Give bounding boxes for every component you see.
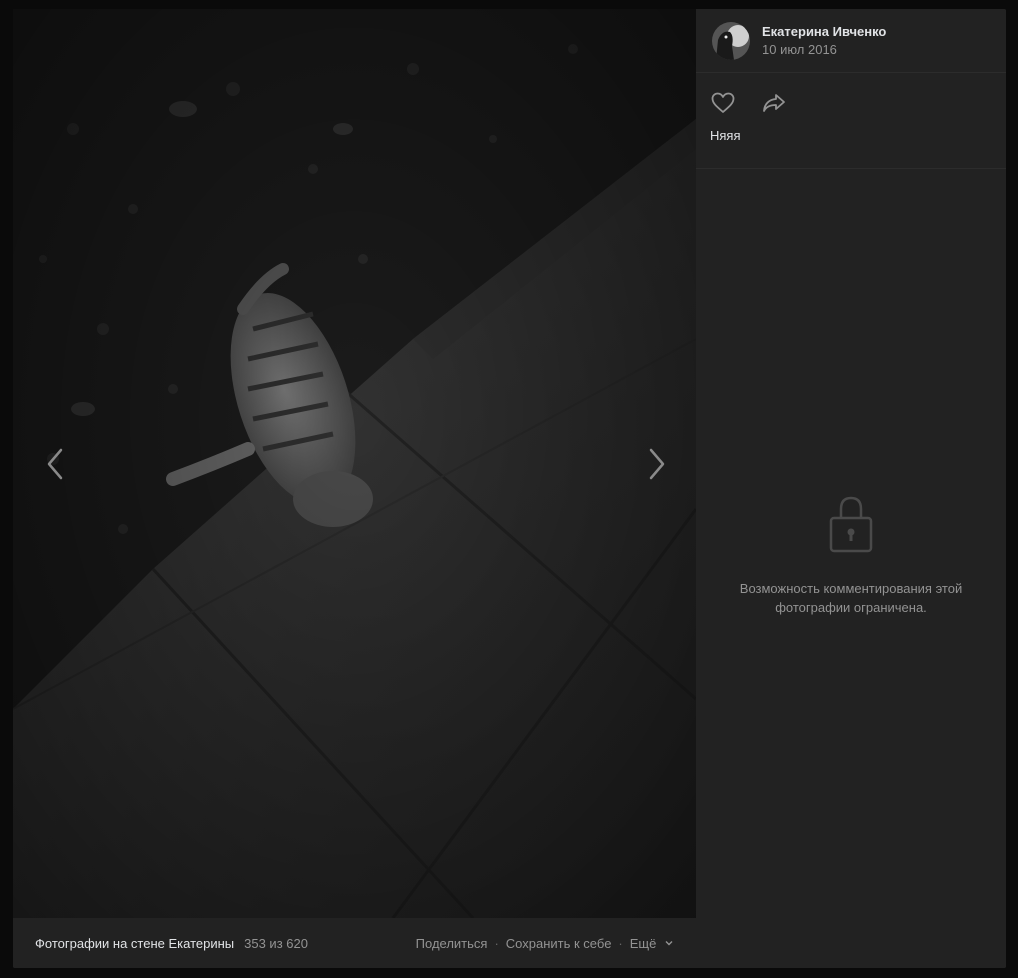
separator-dot: · (494, 935, 499, 951)
photo-counter: 353 из 620 (244, 935, 308, 951)
photo-sidebar: Екатерина Ивченко 10 июл 2016 Няяя Возмо… (696, 9, 1006, 968)
share-link[interactable]: Поделиться (416, 936, 488, 951)
reactions-block (696, 73, 1006, 169)
author-avatar[interactable] (712, 21, 750, 60)
author-name-link[interactable]: Екатерина Ивченко (762, 23, 886, 41)
comments-restricted-text: Возможность комментирования этой фотогра… (739, 581, 963, 615)
prev-photo-button[interactable] (35, 444, 75, 484)
photo-actions: Поделиться · Сохранить к себе · Ещё (416, 936, 674, 951)
photo-bottom-bar: Фотографии на стене Екатерины 353 из 620… (13, 918, 696, 968)
share-button[interactable] (761, 91, 787, 120)
chevron-down-icon (664, 938, 674, 948)
photo[interactable] (13, 9, 696, 918)
next-photo-button[interactable] (637, 444, 677, 484)
post-date: 10 июл 2016 (762, 41, 837, 57)
comments-restricted-block: Возможность комментирования этой фотогра… (696, 494, 1006, 617)
author-block: Екатерина Ивченко 10 июл 2016 (696, 9, 1006, 73)
chevron-right-icon (649, 448, 665, 480)
album-title-link[interactable]: Фотографии на стене Екатерины (35, 936, 234, 951)
lock-icon (829, 496, 873, 553)
save-to-self-link[interactable]: Сохранить к себе (506, 936, 612, 951)
more-menu-button[interactable]: Ещё (630, 936, 674, 951)
chevron-left-icon (47, 448, 63, 480)
like-button[interactable] (710, 91, 736, 120)
more-label: Ещё (629, 935, 657, 951)
separator-dot: · (618, 935, 623, 951)
heart-icon (711, 92, 735, 113)
photo-image (13, 9, 696, 918)
share-arrow-icon (763, 94, 785, 112)
photo-viewer: Фотографии на стене Екатерины 353 из 620… (13, 9, 1006, 968)
photo-caption: Няяя (710, 128, 741, 143)
